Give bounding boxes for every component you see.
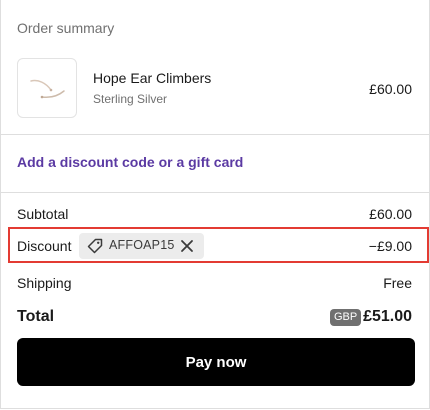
close-icon[interactable] [180,239,194,253]
product-name: Hope Ear Climbers [93,70,212,86]
discount-code-text: AFFOAP15 [109,238,175,252]
currency-badge: GBP [330,309,362,326]
product-variant: Sterling Silver [93,92,168,106]
add-discount-code-link[interactable]: Add a discount code or a gift card [17,154,243,170]
total-value: £51.00 [363,308,412,325]
divider [1,192,430,193]
discount-label: Discount [17,238,72,254]
subtotal-label: Subtotal [17,206,69,222]
subtotal-value: £60.00 [369,206,412,222]
section-title: Order summary [17,20,115,36]
tag-icon [87,238,103,254]
divider [1,134,430,135]
discount-code-chip: AFFOAP15 [79,233,204,259]
total-label: Total [17,308,55,325]
shipping-value: Free [383,275,412,291]
discount-value: −£9.00 [368,238,412,254]
pay-now-button[interactable]: Pay now [17,338,415,386]
shipping-label: Shipping [17,275,72,291]
order-summary-panel: Order summary Hope Ear Climbers Sterling… [0,0,430,409]
product-price: £60.00 [369,81,412,97]
earring-product-icon [30,79,65,99]
product-thumbnail [17,58,77,118]
